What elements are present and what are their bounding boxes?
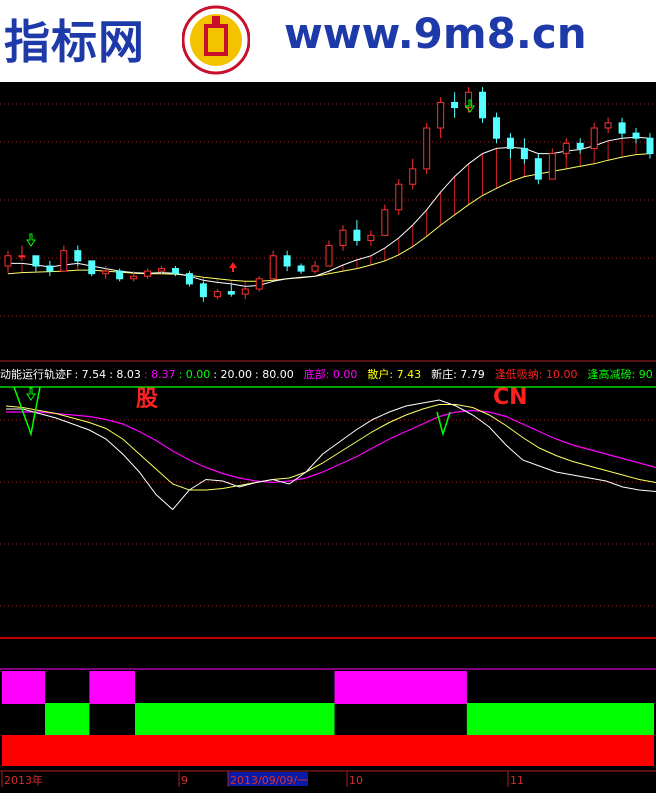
candle-body [437, 101, 445, 129]
watermark-right: CN [493, 385, 528, 410]
candle-body [297, 265, 305, 272]
candle-body [185, 273, 193, 285]
axis-label: 2013年 [4, 773, 43, 787]
indicator-param: : 7.54 [74, 368, 106, 381]
indicator-item: 底部: 0.00 [304, 367, 358, 381]
candle-body [520, 147, 528, 160]
candle-body [367, 234, 375, 241]
axis-label: 2013/09/09/一 [230, 774, 308, 787]
indicator-item: 逢低吸纳: 10.00 [495, 368, 578, 381]
candle-body [88, 260, 96, 275]
candle-body [283, 255, 291, 267]
candle-body [353, 229, 361, 241]
magenta-bar [334, 671, 467, 704]
stock-chart: 动能运行轨迹F: 7.54: 8.03: 8.37: 0.00: 20.00: … [0, 87, 656, 787]
candle-body [492, 117, 500, 139]
down-arrow-icon [26, 387, 36, 401]
candle-body [632, 132, 640, 139]
candle-body [590, 127, 598, 149]
candle-body [562, 142, 570, 155]
candle-body [409, 168, 417, 185]
down-arrow-icon [26, 233, 36, 247]
candle-body [213, 291, 221, 298]
candle-body [423, 127, 431, 170]
candle-body [32, 255, 40, 267]
green-bar [45, 703, 90, 735]
candle-body [479, 91, 487, 119]
watermark-left: 股 [136, 387, 158, 412]
indicator-header: 动能运行轨迹F: 7.54: 8.03: 8.37: 0.00: 20.00: … [0, 367, 653, 381]
axis-label: 9 [181, 774, 188, 787]
candle-body [158, 268, 166, 272]
price-panel [4, 87, 654, 302]
red-bar [2, 735, 654, 766]
candle-body [171, 268, 179, 275]
candle-body [618, 122, 626, 134]
candle-body [395, 183, 403, 211]
candle-body [646, 137, 654, 155]
axis-label: 11 [510, 774, 524, 787]
candle-body [255, 278, 263, 290]
indicator-item: 散户: 7.43 [367, 367, 421, 381]
candle-body [269, 255, 277, 280]
indicator-param: : 8.37 [144, 368, 176, 381]
screenshot-root: 指标网 www.9m8.cn 动能运行轨迹F: 7.54: 8.03: 8.37… [0, 0, 656, 793]
logo-icon [182, 5, 250, 75]
candle-body [130, 275, 138, 280]
signal-bars [0, 668, 656, 766]
candle-body [199, 283, 207, 298]
candle-body [74, 250, 82, 262]
indicator-item: 逢高减磅: 90 [588, 367, 653, 381]
white-line [6, 399, 656, 511]
indicator-param: : 20.00 [213, 368, 252, 381]
candle-body [4, 255, 12, 267]
time-axis: 2013年 9 2013/09/09/一 10 11 [0, 770, 656, 787]
candle-body [506, 137, 514, 149]
candle-body [339, 229, 347, 247]
candle-body [576, 142, 584, 149]
candle-body [227, 291, 235, 295]
up-arrow-icon [229, 262, 237, 272]
green-bar [466, 703, 654, 735]
candle-body [451, 101, 459, 109]
indicator-item: 新庄: 7.79 [431, 367, 485, 381]
candle-body [241, 288, 249, 295]
indicator-name: 动能运行轨迹F [0, 367, 72, 381]
candle-body [548, 153, 556, 180]
candle-body [144, 270, 152, 277]
indicator-param: : 8.03 [109, 368, 141, 381]
indicator-param: : 0.00 [179, 368, 211, 381]
site-banner: 指标网 www.9m8.cn [0, 0, 656, 82]
candle-body [46, 265, 54, 272]
brand-url: www.9m8.cn [284, 9, 587, 58]
indicator-panel [0, 386, 656, 511]
candle-body [604, 122, 612, 129]
green-bar [135, 703, 335, 735]
magenta-line [6, 409, 656, 484]
brand-title: 指标网 [4, 15, 145, 69]
candle-body [311, 265, 319, 272]
candle-body [18, 255, 26, 258]
candle-body [102, 270, 110, 275]
candle-body [116, 270, 124, 280]
magenta-bar [89, 671, 136, 704]
candle-body [534, 158, 542, 180]
candle-body [325, 245, 333, 267]
magenta-bar [2, 671, 46, 704]
candle-body [381, 209, 389, 236]
yellow-line [5, 404, 656, 491]
candle-body [60, 250, 68, 272]
indicator-param: : 80.00 [255, 368, 294, 381]
axis-label: 10 [349, 774, 363, 787]
